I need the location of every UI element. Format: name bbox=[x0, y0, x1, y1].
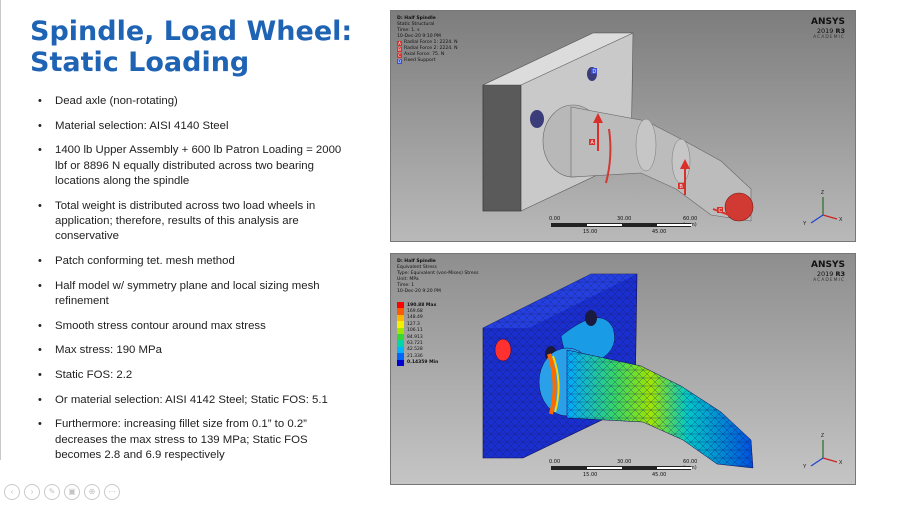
load-legend-item: D Fixed Support bbox=[397, 58, 436, 64]
bolt-hole bbox=[585, 310, 597, 326]
bullet-item: 1400 lb Upper Assembly + 600 lb Patron L… bbox=[38, 143, 356, 189]
bullet-item: Or material selection: AISI 4142 Steel; … bbox=[38, 393, 356, 409]
forward-icon[interactable]: › bbox=[24, 484, 40, 500]
stress-meta: D: Half Spindle Equivalent Stress Type: … bbox=[397, 259, 479, 295]
bullet-item: Dead axle (non-rotating) bbox=[38, 94, 356, 110]
slideshow-controls: ‹ › ✎ ▣ ⊕ ⋯ bbox=[4, 484, 120, 500]
svg-text:D: D bbox=[593, 69, 597, 75]
contact-patch bbox=[494, 338, 512, 362]
pen-icon[interactable]: ✎ bbox=[44, 484, 60, 500]
contour-level: 0.14359 Min bbox=[397, 359, 457, 366]
slide-title-line-1: Spindle, Load Wheel: bbox=[30, 16, 353, 47]
back-icon[interactable]: ‹ bbox=[4, 484, 20, 500]
bullet-item: Material selection: AISI 4140 Steel bbox=[38, 119, 356, 135]
slide-edge-line bbox=[0, 0, 1, 460]
slide-title: Spindle, Load Wheel: Static Loading bbox=[30, 16, 370, 78]
svg-text:C: C bbox=[719, 208, 723, 214]
bullet-item: Max stress: 190 MPa bbox=[38, 343, 356, 359]
equivalent-stress-screenshot: Z X Y D: Half Spindle Equivalent Stress … bbox=[390, 253, 856, 485]
more-icon[interactable]: ⋯ bbox=[104, 484, 120, 500]
zoom-icon[interactable]: ⊕ bbox=[84, 484, 100, 500]
mount-plate-side bbox=[482, 84, 522, 212]
static-structural-screenshot: A B C D Z X Y D: Half Spindle Static Str… bbox=[390, 10, 856, 242]
svg-text:Z: Z bbox=[821, 433, 824, 439]
svg-text:Y: Y bbox=[803, 221, 807, 227]
bullet-item: Total weight is distributed across two l… bbox=[38, 199, 356, 245]
bullet-item: Patch conforming tet. mesh method bbox=[38, 254, 356, 270]
slides-icon[interactable]: ▣ bbox=[64, 484, 80, 500]
axial-force-face bbox=[724, 192, 754, 222]
bolt-hole bbox=[530, 110, 544, 128]
slide-title-line-2: Static Loading bbox=[30, 47, 250, 78]
bullet-item: Static FOS: 2.2 bbox=[38, 368, 356, 384]
ansys-logo: ANSYS 2019 R3 ACADEMIC bbox=[811, 260, 845, 283]
svg-text:Z: Z bbox=[821, 190, 824, 196]
bullet-item: Half model w/ symmetry plane and local s… bbox=[38, 279, 356, 310]
svg-text:X: X bbox=[839, 217, 843, 223]
svg-text:X: X bbox=[839, 460, 843, 466]
timestamp: 10-Dec-20 9:20 PM bbox=[397, 289, 441, 294]
spindle-geometry-view: A B C D Z X Y bbox=[482, 32, 843, 227]
bullet-list: Dead axle (non-rotating) Material select… bbox=[38, 94, 356, 473]
bullet-item: Smooth stress contour around max stress bbox=[38, 319, 356, 335]
contour-legend: 190.88 Max 169.68 148.49 127.3 106.11 84… bbox=[397, 302, 457, 366]
scale-bar: 0.00 30.00 60.00 (mm) 15.00 45.00 bbox=[549, 459, 698, 478]
bullet-item: Furthermore: increasing fillet size from… bbox=[38, 417, 356, 463]
svg-text:Y: Y bbox=[803, 464, 807, 470]
scale-bar: 0.00 30.00 60.00 (mm) 15.00 45.00 bbox=[549, 216, 698, 235]
static-meta: D: Half Spindle Static Structural Time: … bbox=[397, 16, 458, 64]
ansys-logo: ANSYS 2019 R3 ACADEMIC bbox=[811, 17, 845, 40]
